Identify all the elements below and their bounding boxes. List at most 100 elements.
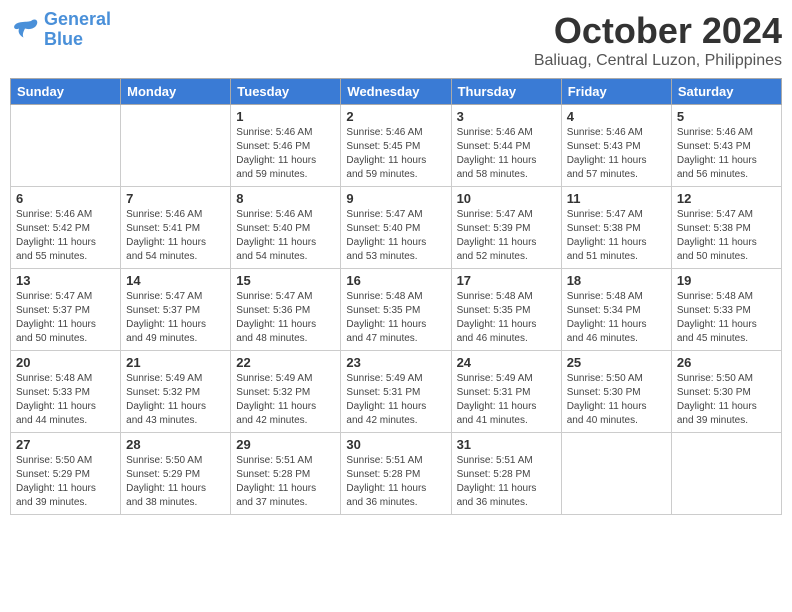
day-of-week-header: Sunday [11,79,121,105]
calendar-cell [11,105,121,187]
calendar-cell: 23 Sunrise: 5:49 AMSunset: 5:31 PMDayligh… [341,351,451,433]
day-info: Sunrise: 5:47 AMSunset: 5:37 PMDaylight:… [126,290,225,346]
calendar-cell: 1 Sunrise: 5:46 AMSunset: 5:46 PMDaylight… [231,105,341,187]
day-number: 14 [126,273,225,288]
day-info: Sunrise: 5:49 AMSunset: 5:32 PMDaylight:… [236,372,335,428]
day-info: Sunrise: 5:47 AMSunset: 5:38 PMDaylight:… [567,208,666,264]
calendar-cell: 10Sunrise: 5:47 AMSunset: 5:39 PMDayligh… [451,187,561,269]
calendar-cell: 19 Sunrise: 5:48 AMSunset: 5:33 PMDayligh… [671,269,781,351]
calendar-cell: 21 Sunrise: 5:49 AMSunset: 5:32 PMDayligh… [121,351,231,433]
day-info: Sunrise: 5:46 AMSunset: 5:42 PMDaylight:… [16,208,115,264]
day-info: Sunrise: 5:47 AMSunset: 5:39 PMDaylight:… [457,208,556,264]
day-number: 6 [16,191,115,206]
day-of-week-header: Wednesday [341,79,451,105]
day-number: 5 [677,109,776,124]
week-row: 6 Sunrise: 5:46 AMSunset: 5:42 PMDaylight… [11,187,782,269]
day-info: Sunrise: 5:48 AMSunset: 5:33 PMDaylight:… [677,290,776,346]
day-number: 30 [346,437,445,452]
day-info: Sunrise: 5:47 AMSunset: 5:38 PMDaylight:… [677,208,776,264]
calendar-cell: 26 Sunrise: 5:50 AMSunset: 5:30 PMDayligh… [671,351,781,433]
calendar-cell: 3 Sunrise: 5:46 AMSunset: 5:44 PMDaylight… [451,105,561,187]
calendar-cell: 9 Sunrise: 5:47 AMSunset: 5:40 PMDaylight… [341,187,451,269]
calendar-cell: 15 Sunrise: 5:47 AMSunset: 5:36 PMDayligh… [231,269,341,351]
calendar-cell: 6 Sunrise: 5:46 AMSunset: 5:42 PMDaylight… [11,187,121,269]
day-info: Sunrise: 5:49 AMSunset: 5:32 PMDaylight:… [126,372,225,428]
day-number: 7 [126,191,225,206]
day-info: Sunrise: 5:51 AMSunset: 5:28 PMDaylight:… [236,454,335,510]
day-info: Sunrise: 5:51 AMSunset: 5:28 PMDaylight:… [457,454,556,510]
month-title: October 2024 [534,10,782,52]
calendar-cell: 30Sunrise: 5:51 AMSunset: 5:28 PMDayligh… [341,433,451,515]
calendar-cell: 13 Sunrise: 5:47 AMSunset: 5:37 PMDayligh… [11,269,121,351]
calendar-cell: 27 Sunrise: 5:50 AMSunset: 5:29 PMDayligh… [11,433,121,515]
day-info: Sunrise: 5:46 AMSunset: 5:41 PMDaylight:… [126,208,225,264]
day-number: 21 [126,355,225,370]
day-info: Sunrise: 5:49 AMSunset: 5:31 PMDaylight:… [346,372,445,428]
day-number: 11 [567,191,666,206]
calendar-cell [121,105,231,187]
logo-text: General Blue [44,10,111,50]
day-number: 27 [16,437,115,452]
day-number: 15 [236,273,335,288]
day-of-week-header: Saturday [671,79,781,105]
day-info: Sunrise: 5:47 AMSunset: 5:36 PMDaylight:… [236,290,335,346]
day-info: Sunrise: 5:48 AMSunset: 5:35 PMDaylight:… [457,290,556,346]
day-number: 9 [346,191,445,206]
calendar-cell: 8Sunrise: 5:46 AMSunset: 5:40 PMDaylight… [231,187,341,269]
calendar-cell: 4 Sunrise: 5:46 AMSunset: 5:43 PMDaylight… [561,105,671,187]
day-number: 12 [677,191,776,206]
day-number: 24 [457,355,556,370]
day-number: 28 [126,437,225,452]
calendar-cell [671,433,781,515]
calendar-cell: 7 Sunrise: 5:46 AMSunset: 5:41 PMDaylight… [121,187,231,269]
day-info: Sunrise: 5:47 AMSunset: 5:40 PMDaylight:… [346,208,445,264]
day-number: 22 [236,355,335,370]
day-info: Sunrise: 5:46 AMSunset: 5:43 PMDaylight:… [677,126,776,182]
calendar-cell: 14 Sunrise: 5:47 AMSunset: 5:37 PMDayligh… [121,269,231,351]
day-number: 4 [567,109,666,124]
day-info: Sunrise: 5:46 AMSunset: 5:46 PMDaylight:… [236,126,335,182]
calendar-cell: 22 Sunrise: 5:49 AMSunset: 5:32 PMDayligh… [231,351,341,433]
day-number: 18 [567,273,666,288]
day-info: Sunrise: 5:46 AMSunset: 5:45 PMDaylight:… [346,126,445,182]
day-info: Sunrise: 5:50 AMSunset: 5:30 PMDaylight:… [677,372,776,428]
calendar-cell: 25Sunrise: 5:50 AMSunset: 5:30 PMDayligh… [561,351,671,433]
calendar-cell: 29 Sunrise: 5:51 AMSunset: 5:28 PMDayligh… [231,433,341,515]
day-number: 13 [16,273,115,288]
calendar-cell: 28 Sunrise: 5:50 AMSunset: 5:29 PMDayligh… [121,433,231,515]
title-block: October 2024 Baliuag, Central Luzon, Phi… [534,10,782,70]
day-info: Sunrise: 5:48 AMSunset: 5:34 PMDaylight:… [567,290,666,346]
day-number: 20 [16,355,115,370]
day-info: Sunrise: 5:50 AMSunset: 5:29 PMDaylight:… [126,454,225,510]
calendar-cell: 20 Sunrise: 5:48 AMSunset: 5:33 PMDayligh… [11,351,121,433]
calendar-cell: 18 Sunrise: 5:48 AMSunset: 5:34 PMDayligh… [561,269,671,351]
calendar-cell [561,433,671,515]
day-number: 3 [457,109,556,124]
calendar-table: SundayMondayTuesdayWednesdayThursdayFrid… [10,78,782,515]
day-info: Sunrise: 5:50 AMSunset: 5:29 PMDaylight:… [16,454,115,510]
day-info: Sunrise: 5:47 AMSunset: 5:37 PMDaylight:… [16,290,115,346]
calendar-cell: 16 Sunrise: 5:48 AMSunset: 5:35 PMDayligh… [341,269,451,351]
day-number: 31 [457,437,556,452]
day-number: 8 [236,191,335,206]
page-header: General Blue October 2024 Baliuag, Centr… [10,10,782,70]
day-number: 23 [346,355,445,370]
day-number: 26 [677,355,776,370]
day-info: Sunrise: 5:46 AMSunset: 5:43 PMDaylight:… [567,126,666,182]
day-number: 19 [677,273,776,288]
day-number: 2 [346,109,445,124]
day-number: 1 [236,109,335,124]
calendar-cell: 11 Sunrise: 5:47 AMSunset: 5:38 PMDayligh… [561,187,671,269]
location-subtitle: Baliuag, Central Luzon, Philippines [534,52,782,70]
day-number: 29 [236,437,335,452]
day-info: Sunrise: 5:46 AMSunset: 5:44 PMDaylight:… [457,126,556,182]
day-number: 16 [346,273,445,288]
logo-icon [10,15,40,45]
day-info: Sunrise: 5:48 AMSunset: 5:33 PMDaylight:… [16,372,115,428]
day-of-week-header: Tuesday [231,79,341,105]
day-info: Sunrise: 5:48 AMSunset: 5:35 PMDaylight:… [346,290,445,346]
calendar-cell: 5 Sunrise: 5:46 AMSunset: 5:43 PMDaylight… [671,105,781,187]
calendar-cell: 17Sunrise: 5:48 AMSunset: 5:35 PMDayligh… [451,269,561,351]
day-number: 25 [567,355,666,370]
day-of-week-header: Friday [561,79,671,105]
